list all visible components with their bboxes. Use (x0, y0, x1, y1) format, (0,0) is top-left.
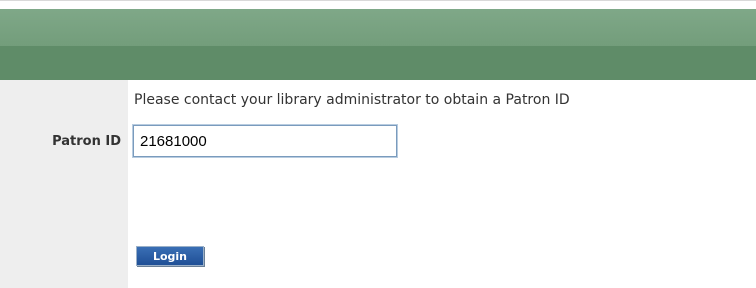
header-band-top (0, 9, 756, 46)
patron-id-help-text: Please contact your library administrato… (134, 92, 570, 108)
login-page: Please contact your library administrato… (0, 0, 756, 288)
patron-id-label: Patron ID (52, 134, 121, 149)
left-label-column (0, 80, 128, 288)
patron-id-input[interactable] (133, 125, 397, 157)
header-band-bottom (0, 46, 756, 80)
top-border (0, 0, 756, 9)
login-button[interactable]: Login (136, 246, 204, 266)
